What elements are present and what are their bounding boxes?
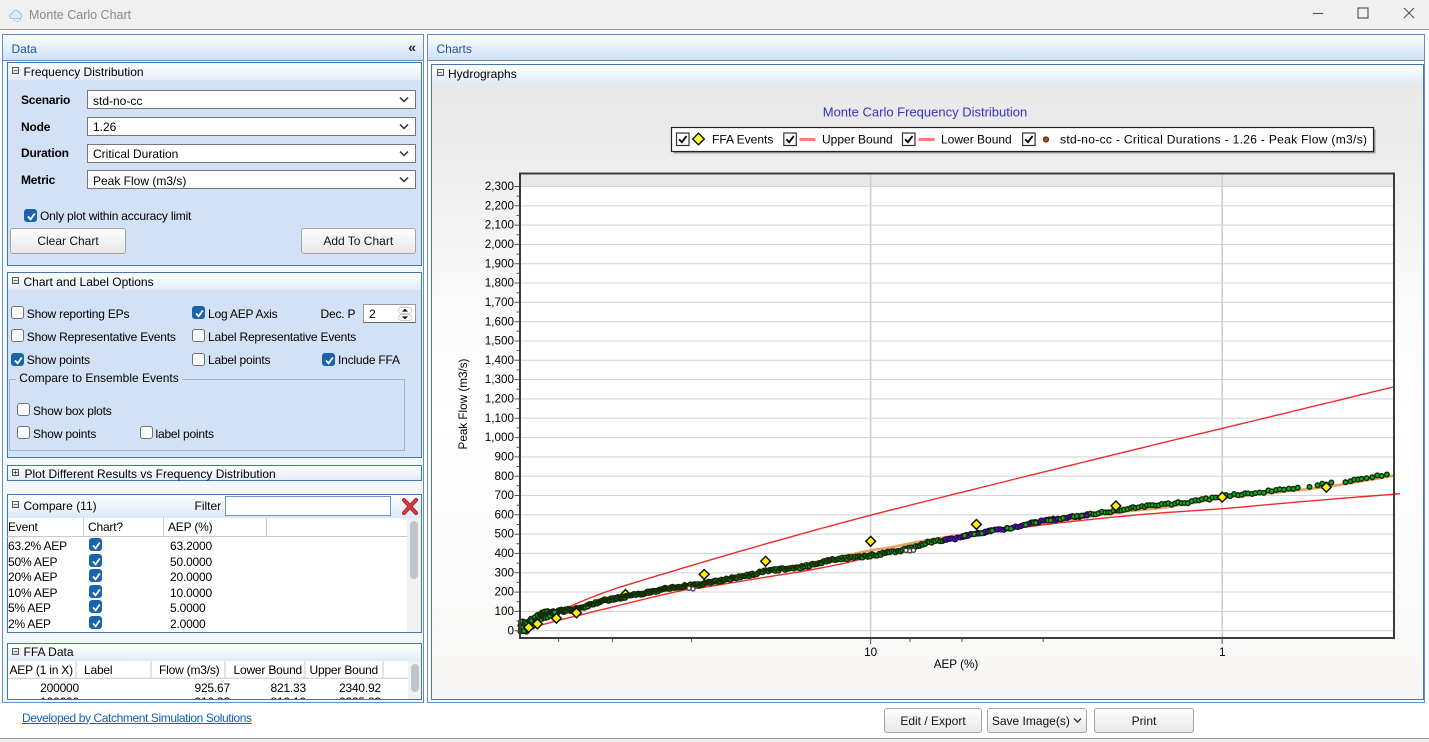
svg-text:2,100: 2,100 [485,219,515,232]
svg-text:1,900: 1,900 [485,257,515,270]
svg-text:1,000: 1,000 [485,431,515,444]
svg-text:0: 0 [507,624,514,637]
svg-text:400: 400 [494,547,514,560]
svg-text:600: 600 [494,508,514,521]
svg-text:Monte Carlo Frequency Distribu: Monte Carlo Frequency Distribution [823,105,1027,120]
svg-text:1,300: 1,300 [485,373,515,386]
svg-text:FFA Events: FFA Events [712,133,773,147]
svg-text:1: 1 [1219,646,1226,659]
svg-text:1,700: 1,700 [485,296,515,309]
svg-text:std-no-cc - Critical Durations: std-no-cc - Critical Durations - 1.26 - … [1060,133,1367,147]
svg-text:900: 900 [494,451,514,464]
svg-text:10: 10 [864,646,878,659]
svg-text:Upper Bound: Upper Bound [822,133,893,147]
svg-text:200: 200 [494,586,514,599]
svg-text:100: 100 [494,605,514,618]
svg-text:700: 700 [494,489,514,502]
svg-text:2,000: 2,000 [485,238,515,251]
svg-text:Peak Flow (m3/s): Peak Flow (m3/s) [457,358,470,449]
svg-text:AEP (%): AEP (%) [934,658,979,671]
svg-text:1,100: 1,100 [485,412,515,425]
svg-text:1,500: 1,500 [485,335,515,348]
svg-text:1,600: 1,600 [485,315,515,328]
svg-text:2,300: 2,300 [485,180,515,193]
svg-text:1,800: 1,800 [485,277,515,290]
svg-text:800: 800 [494,470,514,483]
svg-text:1,400: 1,400 [485,354,515,367]
svg-text:2,200: 2,200 [485,199,515,212]
svg-text:Lower Bound: Lower Bound [941,133,1012,147]
svg-text:1,200: 1,200 [485,393,515,406]
svg-text:300: 300 [494,566,514,579]
svg-text:500: 500 [494,528,514,541]
